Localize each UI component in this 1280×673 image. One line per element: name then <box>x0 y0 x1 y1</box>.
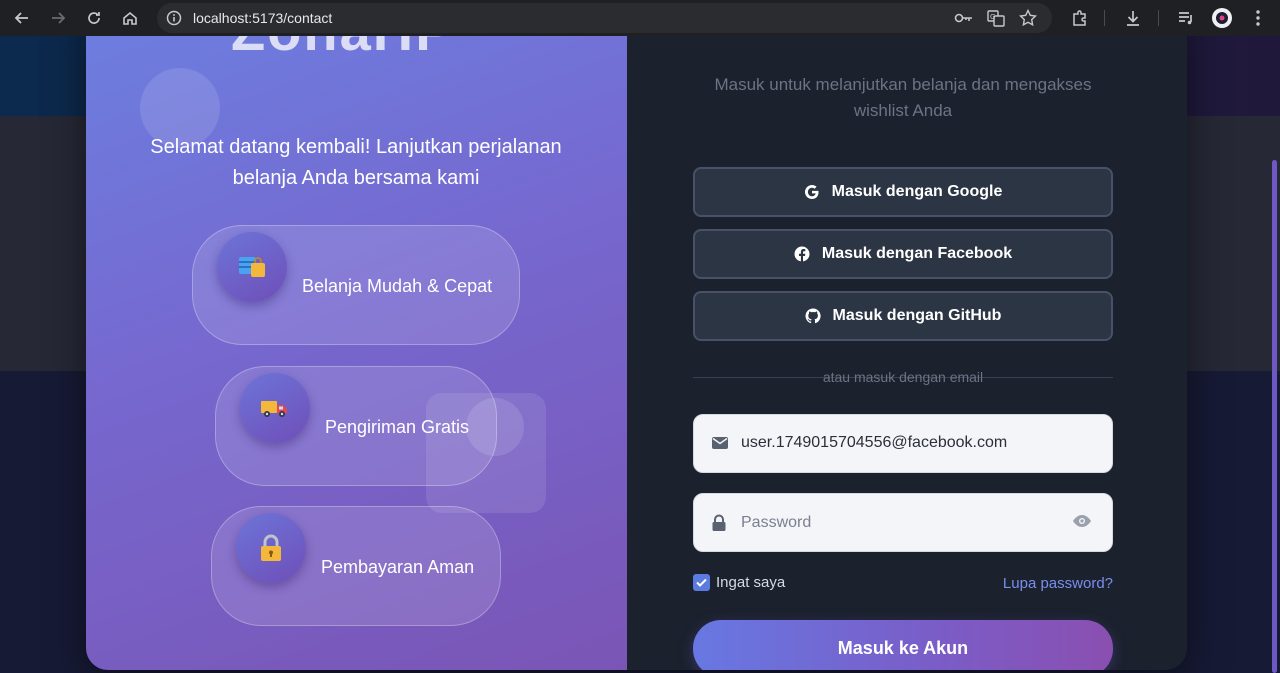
home-icon <box>123 11 137 25</box>
profile-avatar-icon <box>1212 8 1232 28</box>
forgot-password-link[interactable]: Lupa password? <box>1003 575 1113 592</box>
shopping-bag-icon <box>239 257 265 277</box>
brand-logo-text: ZonaHP <box>231 36 455 63</box>
facebook-icon <box>794 246 810 262</box>
form-subtitle: Masuk untuk melanjutkan belanja dan meng… <box>714 75 1092 120</box>
reload-icon <box>88 12 100 24</box>
google-login-label: Masuk dengan Google <box>831 183 1003 200</box>
url-text: localhost:5173/contact <box>193 10 333 26</box>
remember-me-label: Ingat saya <box>716 574 786 591</box>
feature-icon-circle <box>236 513 306 583</box>
login-submit-button[interactable]: Masuk ke Akun <box>693 620 1113 670</box>
home-button[interactable] <box>112 0 148 36</box>
delivery-truck-icon <box>261 401 287 417</box>
page-viewport: ZonaHP Selamat datang kembali! Lanjutkan… <box>0 36 1280 673</box>
download-icon <box>1127 11 1139 26</box>
site-info-icon[interactable] <box>166 10 182 26</box>
lock-icon <box>261 534 281 561</box>
password-key-icon[interactable] <box>954 9 974 27</box>
extensions-button[interactable] <box>1064 0 1096 36</box>
playlist-icon <box>1179 12 1192 25</box>
facebook-login-label: Masuk dengan Facebook <box>821 245 1013 262</box>
svg-text:G: G <box>990 13 995 21</box>
lock-icon <box>712 514 726 531</box>
puzzle-icon <box>1073 10 1086 26</box>
downloads-button[interactable] <box>1117 0 1149 36</box>
feature-icon-circle <box>217 232 287 302</box>
reload-button[interactable] <box>76 0 112 36</box>
feature-card-free-shipping: Pengiriman Gratis <box>215 366 497 486</box>
email-field[interactable]: user.1749015704556@facebook.com <box>693 414 1113 473</box>
or-divider-text: atau masuk dengan email <box>822 369 984 385</box>
feature-label: Pembayaran Aman <box>321 557 475 577</box>
feature-card-easy-shopping: Belanja Mudah & Cepat <box>192 225 520 345</box>
login-form-panel: Masuk untuk melanjutkan belanja dan meng… <box>627 36 1187 670</box>
profile-button[interactable] <box>1206 0 1238 36</box>
toolbar-divider <box>1104 10 1105 26</box>
kebab-menu-icon <box>1256 10 1260 26</box>
feature-card-secure-payment: Pembayaran Aman <box>211 506 501 626</box>
translate-icon[interactable]: G <box>987 9 1005 27</box>
feature-label: Belanja Mudah & Cepat <box>302 276 493 296</box>
show-password-eye-icon[interactable] <box>1072 514 1092 528</box>
feature-label: Pengiriman Gratis <box>325 417 470 437</box>
github-login-button[interactable]: Masuk dengan GitHub <box>693 291 1113 341</box>
checkmark-icon <box>696 578 707 587</box>
forward-button[interactable] <box>40 0 76 36</box>
back-button[interactable] <box>4 0 40 36</box>
page-scrollbar[interactable] <box>1272 160 1277 673</box>
google-login-button[interactable]: Masuk dengan Google <box>693 167 1113 217</box>
address-bar[interactable]: localhost:5173/contact G <box>157 3 1052 33</box>
browser-toolbar: localhost:5173/contact G <box>0 0 1280 36</box>
facebook-login-button[interactable]: Masuk dengan Facebook <box>693 229 1113 279</box>
google-icon <box>804 185 819 200</box>
browser-menu-button[interactable] <box>1242 0 1274 36</box>
forward-arrow-icon <box>52 12 66 24</box>
login-card: ZonaHP Selamat datang kembali! Lanjutkan… <box>86 36 1187 670</box>
password-placeholder: Password <box>741 514 812 531</box>
bookmark-star-icon[interactable] <box>1019 9 1037 27</box>
remember-me[interactable]: Ingat saya <box>693 574 785 591</box>
back-arrow-icon <box>14 12 28 24</box>
email-value: user.1749015704556@facebook.com <box>741 434 1008 451</box>
remember-me-checkbox[interactable] <box>693 574 710 591</box>
password-field[interactable]: Password <box>693 493 1113 552</box>
github-login-label: Masuk dengan GitHub <box>832 307 1002 324</box>
welcome-text: Selamat datang kembali! Lanjutkan perjal… <box>150 136 562 189</box>
feature-icon-circle <box>240 373 310 443</box>
github-icon <box>805 308 821 324</box>
branding-panel: ZonaHP Selamat datang kembali! Lanjutkan… <box>86 36 627 670</box>
toolbar-divider <box>1158 10 1159 26</box>
media-controls-button[interactable] <box>1170 0 1202 36</box>
envelope-icon <box>712 437 728 449</box>
